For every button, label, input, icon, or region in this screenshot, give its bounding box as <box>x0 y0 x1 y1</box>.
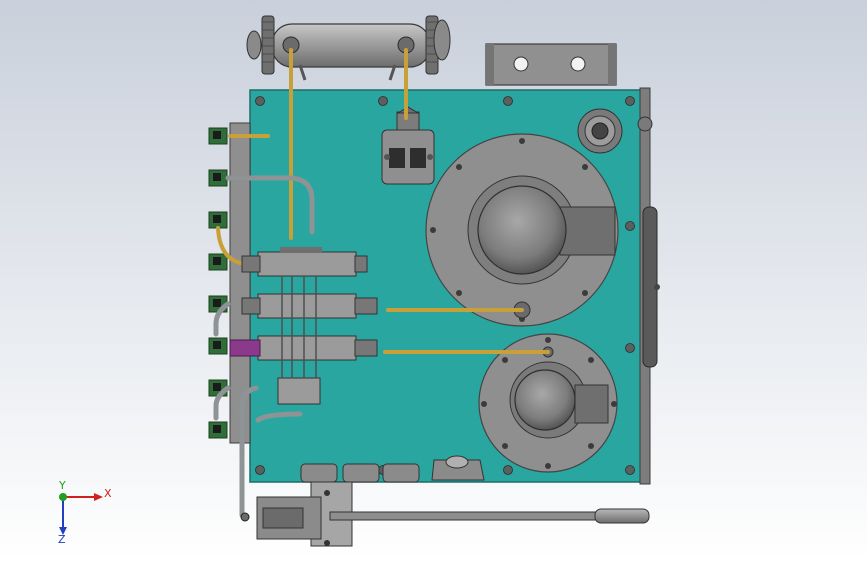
right-cap <box>637 116 653 132</box>
coordinate-triad: X Y Z <box>58 479 112 546</box>
motor-flange-large[interactable] <box>425 133 619 327</box>
motor-housing[interactable] <box>477 185 567 275</box>
pump-housing[interactable] <box>514 369 576 431</box>
hydraulic-assembly-model[interactable]: X Y Z <box>0 0 867 562</box>
cad-viewport[interactable]: X Y Z <box>0 0 867 562</box>
x-axis-label: X <box>104 487 112 500</box>
valve-body-bottom[interactable] <box>277 377 321 405</box>
side-bolt <box>654 284 660 290</box>
accumulator-tank[interactable] <box>246 15 451 81</box>
y-axis-label: Y <box>58 479 66 492</box>
pump-flange-small[interactable] <box>478 333 618 473</box>
z-axis-label: Z <box>58 533 66 546</box>
breather-cap[interactable] <box>577 108 623 154</box>
top-bracket[interactable] <box>485 43 617 86</box>
solenoid-valve-2[interactable] <box>241 293 378 319</box>
pump-lever-handle[interactable] <box>594 508 650 524</box>
pump-lever-arm[interactable] <box>329 511 601 521</box>
